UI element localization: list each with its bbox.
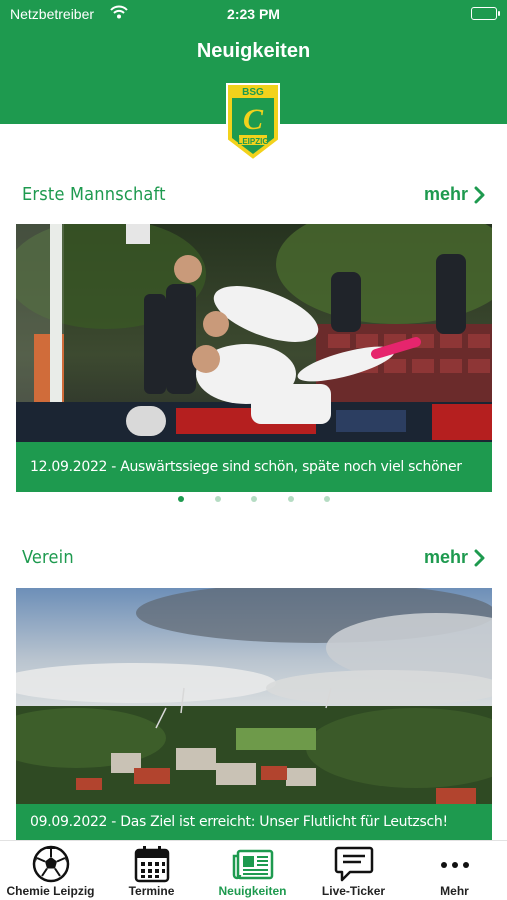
tab-label: Live-Ticker (321, 884, 386, 898)
status-bar: Netzbetreiber 2:23 PM (0, 0, 507, 28)
news-caption: 09.09.2022 - Das Ziel ist erreicht: Unse… (16, 804, 492, 840)
tab-termine[interactable]: Termine (101, 841, 202, 900)
news-caption: 12.09.2022 - Auswärtssiege sind schön, s… (16, 442, 492, 492)
news-photo-aerial-stadium (16, 588, 492, 840)
more-link-label: mehr (423, 547, 468, 567)
newspaper-icon (232, 849, 273, 880)
news-card[interactable]: 09.09.2022 - Das Ziel ist erreicht: Unse… (16, 588, 492, 840)
tab-live-ticker[interactable]: Live-Ticker (303, 841, 404, 900)
more-link[interactable]: mehr (424, 547, 485, 568)
page-dot[interactable] (178, 496, 184, 502)
chevron-right-icon (474, 186, 485, 203)
clock: 2:23 PM (227, 6, 280, 22)
tab-mehr[interactable]: Mehr (404, 841, 505, 900)
svg-text:LEIPZIG: LEIPZIG (237, 137, 268, 146)
carousel-page-indicator (0, 496, 507, 504)
more-dots-icon (440, 862, 469, 868)
tab-neuigkeiten[interactable]: Neuigkeiten (202, 841, 303, 900)
section-title: Verein (22, 547, 74, 568)
news-photo-celebration (16, 224, 492, 442)
tab-label: Mehr (440, 884, 469, 898)
page-dot[interactable] (324, 496, 330, 502)
chevron-right-icon (474, 549, 485, 566)
section-header-verein: Verein mehr (22, 547, 485, 571)
tab-bar: Chemie Leipzig Termine Neuigkeiten Live-… (0, 840, 507, 900)
football-icon (32, 845, 69, 883)
club-logo: BSG LEIPZIG C (225, 82, 281, 162)
news-card[interactable]: 12.09.2022 - Auswärtssiege sind schön, s… (16, 224, 492, 492)
section-header-erste-mannschaft: Erste Mannschaft mehr (22, 184, 485, 208)
page-title: Neuigkeiten (196, 40, 311, 62)
more-link-label: mehr (423, 184, 468, 204)
page-dot[interactable] (288, 496, 294, 502)
svg-text:C: C (243, 103, 264, 136)
page-dot[interactable] (215, 496, 221, 502)
calendar-icon (134, 846, 169, 883)
svg-text:BSG: BSG (242, 87, 264, 98)
section-title: Erste Mannschaft (22, 184, 166, 205)
page-dot[interactable] (251, 496, 257, 502)
tab-chemie-leipzig[interactable]: Chemie Leipzig (0, 841, 101, 900)
tab-label: Termine (128, 884, 175, 898)
more-link[interactable]: mehr (424, 184, 485, 205)
tab-label: Chemie Leipzig (6, 884, 95, 898)
chat-bubble-icon (334, 846, 373, 882)
tab-label: Neuigkeiten (218, 884, 287, 898)
battery-icon (471, 7, 500, 20)
